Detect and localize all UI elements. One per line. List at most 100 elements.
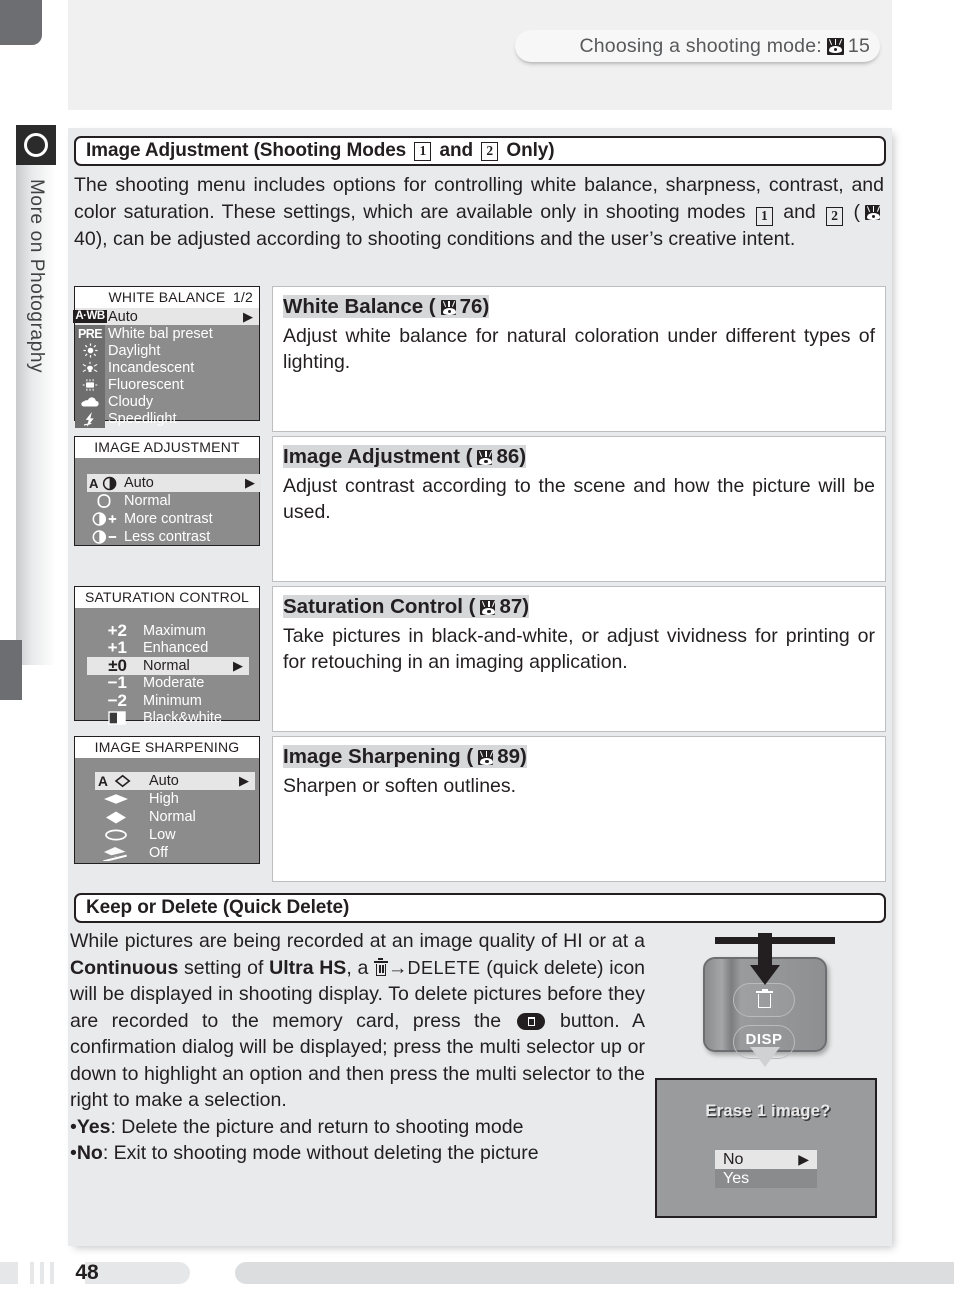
lcd-image-adjustment-menu[interactable]: IMAGE ADJUSTMENT A Auto ▶ Normal More co…	[74, 436, 261, 546]
erase-dialog-title: Erase 1 image?	[705, 1102, 831, 1120]
erase-option-label: Yes	[723, 1169, 750, 1187]
chevron-right-icon: ▶	[233, 657, 243, 673]
section-title-image-adjustment: Image Adjustment (Shooting Modes 1 and 2…	[74, 136, 886, 166]
bullet-term-no: No	[76, 1142, 103, 1164]
description-body: Adjust contrast according to the scene a…	[283, 475, 875, 523]
qd-bold-continuous: Continuous	[70, 956, 179, 979]
erase-option-label: No	[723, 1150, 744, 1168]
lcd-image-sharpening-menu[interactable]: IMAGE SHARPENING A Auto ▶ High Normal Lo…	[74, 736, 260, 864]
lcd-erase-dialog[interactable]: Erase 1 image? No ▶ Yes	[655, 1078, 877, 1218]
erase-option-no[interactable]: No ▶	[715, 1150, 817, 1169]
qd-body-b: setting of	[178, 956, 270, 979]
black-and-white-icon	[87, 710, 131, 727]
feature-row-image-sharpening: IMAGE SHARPENING A Auto ▶ High Normal Lo…	[74, 736, 886, 882]
menu-item-white-bal-preset[interactable]: PRE White bal preset	[75, 325, 259, 342]
low-sharpen-icon	[95, 827, 137, 844]
menu-item-low[interactable]: Low	[95, 826, 255, 844]
lcd-saturation-control-menu[interactable]: SATURATION CONTROL +2 Maximum +1 Enhance…	[74, 586, 260, 726]
menu-item-less-contrast[interactable]: Less contrast	[87, 528, 261, 546]
menu-item-incandescent[interactable]: Incandescent	[75, 359, 259, 376]
bullet-no: •No: Exit to shooting mode without delet…	[70, 1142, 539, 1164]
disp-button-label: DISP	[745, 1031, 783, 1048]
description-heading-wrap: Saturation Control (87)	[283, 593, 875, 621]
footer-tick-1	[30, 1262, 34, 1284]
description-image-adjustment: Image Adjustment (86) Adjust contrast ac…	[272, 436, 886, 582]
trash-button-icon	[756, 988, 773, 1009]
mode-badge-2-inline: 2	[826, 206, 844, 226]
section1-title-mid: and	[439, 140, 474, 161]
bullet-text-yes: : Delete the picture and return to shoot…	[110, 1115, 524, 1138]
circle-icon	[24, 133, 48, 157]
feature-row-white-balance: WHITE BALANCE 1/2 A·WB Auto ▶ PRE White …	[73, 286, 886, 432]
footer-tick-3	[50, 1262, 54, 1284]
description-heading-wrap: White Balance (76)	[283, 293, 875, 321]
menu-item-normal[interactable]: Normal	[87, 492, 261, 510]
bullet-term-yes: Yes	[76, 1115, 111, 1138]
trash-icon	[373, 958, 388, 977]
menu-item-label: Black&white	[143, 710, 222, 727]
a-wb-badge-icon: A·WB	[73, 310, 107, 324]
menu-item-normal[interactable]: Normal	[95, 808, 255, 826]
menu-item-fluorescent[interactable]: Fluorescent	[75, 376, 259, 393]
bullet-text-no: : Exit to shooting mode without deleting…	[102, 1142, 539, 1164]
qd-bold-ultrahs: Ultra HS	[269, 956, 347, 979]
mode-badge-2: 2	[481, 141, 499, 161]
camera-illustration: DISP	[655, 915, 883, 1067]
plus-minus-zero-icon: ±0	[108, 655, 127, 675]
lcd-body-white-balance: A·WB Auto ▶ PRE White bal preset Dayligh…	[73, 308, 259, 428]
menu-item-moderate[interactable]: −1 Moderate	[87, 673, 249, 692]
lcd-white-balance-menu[interactable]: WHITE BALANCE 1/2 A·WB Auto ▶ PRE White …	[73, 286, 260, 428]
qd-body-c: , a	[346, 956, 374, 979]
description-body: Adjust white balance for natural colorat…	[283, 325, 875, 373]
menu-item-enhanced[interactable]: +1 Enhanced	[87, 638, 249, 657]
cloud-icon	[75, 394, 105, 411]
eye-reference-icon-wb	[440, 300, 456, 315]
auto-sharpen-icon: A	[95, 773, 137, 790]
more-contrast-icon	[87, 511, 121, 528]
menu-item-black-and-white[interactable]: Black&white	[87, 710, 249, 728]
footer-strip	[235, 1262, 954, 1284]
description-image-sharpening: Image Sharpening (89) Sharpen or soften …	[272, 736, 886, 882]
description-heading: White Balance (76)	[283, 295, 490, 318]
header-ref-page: 15	[847, 34, 870, 57]
feature-row-saturation-control: SATURATION CONTROL +2 Maximum +1 Enhance…	[74, 586, 886, 732]
eye-reference-icon-intro	[865, 204, 881, 220]
menu-item-maximum[interactable]: +2 Maximum	[87, 621, 249, 640]
menu-item-label: Moderate	[143, 675, 205, 692]
lcd-title-text: IMAGE ADJUSTMENT	[94, 439, 240, 455]
description-heading: Image Sharpening (89)	[283, 745, 527, 768]
menu-item-label: Daylight	[108, 342, 161, 359]
erase-option-yes[interactable]: Yes	[715, 1169, 817, 1188]
description-heading-wrap: Image Adjustment (86)	[283, 443, 875, 471]
menu-item-label: Off	[149, 845, 169, 861]
eye-reference-icon-ia	[477, 450, 493, 465]
speedlight-flash-icon	[75, 411, 105, 428]
camera-top-strip	[715, 937, 835, 944]
sidebar-chapter-label: More on Photography	[16, 175, 56, 575]
menu-item-auto[interactable]: A Auto ▶	[95, 772, 255, 790]
menu-item-off[interactable]: Off	[95, 844, 255, 862]
menu-item-cloudy[interactable]: Cloudy	[75, 393, 259, 410]
menu-item-auto[interactable]: A Auto ▶	[87, 474, 261, 492]
menu-item-label: Cloudy	[108, 394, 154, 411]
menu-item-speedlight[interactable]: Speedlight	[75, 411, 259, 428]
menu-item-normal[interactable]: ±0 Normal ▶	[87, 655, 249, 675]
menu-item-minimum[interactable]: −2 Minimum	[87, 691, 249, 710]
lcd-title-saturation-control: SATURATION CONTROL	[75, 587, 259, 608]
menu-item-label: Minimum	[143, 692, 202, 709]
description-white-balance: White Balance (76) Adjust white balance …	[272, 286, 886, 432]
footer-left-edge	[0, 1262, 18, 1284]
menu-item-high[interactable]: High	[95, 790, 255, 808]
menu-item-label: Normal	[149, 809, 196, 825]
menu-item-daylight[interactable]: Daylight	[75, 342, 259, 359]
description-heading-wrap: Image Sharpening (89)	[283, 743, 875, 771]
menu-item-more-contrast[interactable]: More contrast	[87, 510, 261, 528]
eye-reference-icon-sh	[478, 750, 494, 765]
description-saturation-control: Saturation Control (87) Take pictures in…	[272, 586, 886, 732]
lcd-title-image-sharpening: IMAGE SHARPENING	[75, 737, 259, 758]
off-sharpen-icon	[95, 845, 137, 862]
menu-item-label: Normal	[124, 493, 171, 509]
section1-title-post: Only)	[506, 140, 555, 161]
menu-item-auto[interactable]: A·WB Auto ▶	[73, 308, 259, 326]
bullet-yes: •Yes: Delete the picture and return to s…	[70, 1115, 524, 1138]
